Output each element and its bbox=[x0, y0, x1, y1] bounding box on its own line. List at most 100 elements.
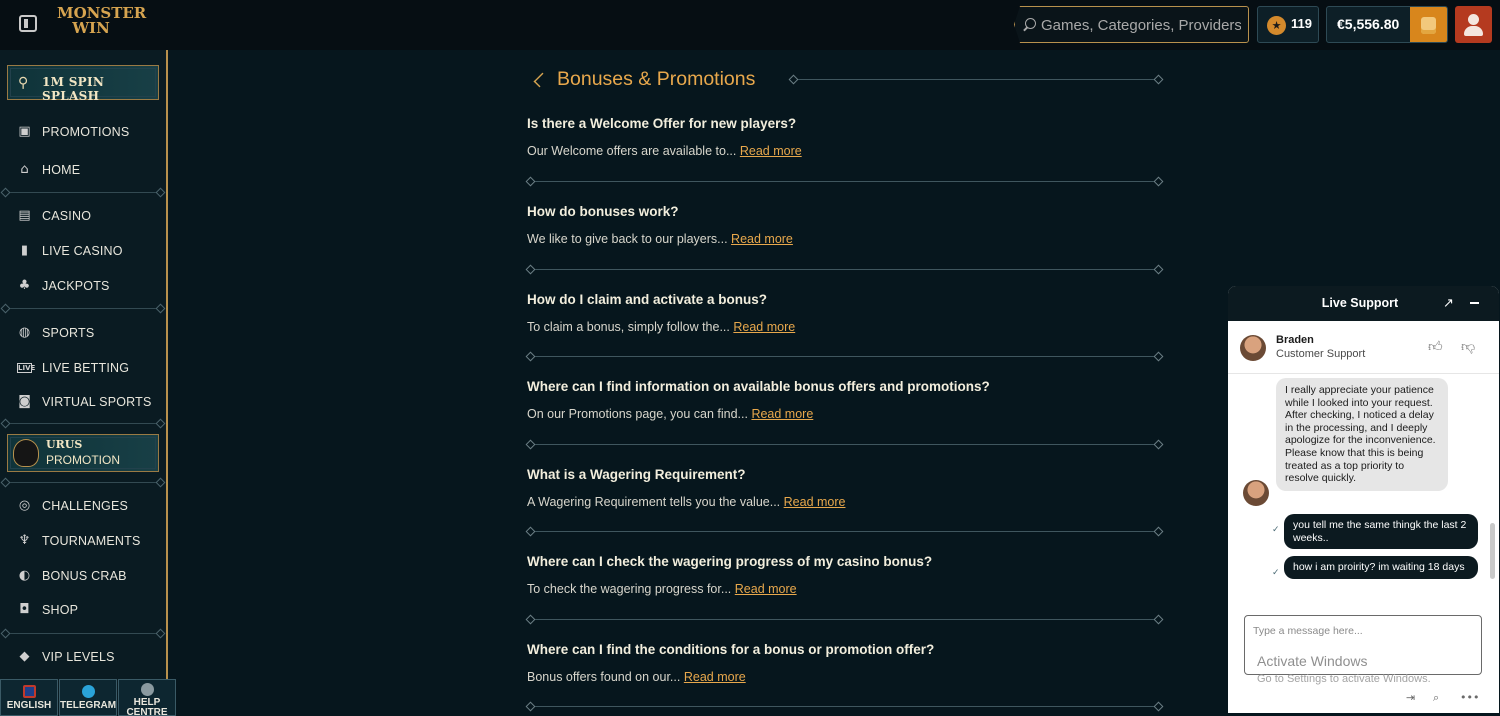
bag-icon: ◘ bbox=[19, 602, 30, 617]
live-icon: LIVE bbox=[17, 363, 36, 373]
chat-scrollbar[interactable] bbox=[1490, 523, 1495, 579]
sidebar-footer: ENGLISH TELEGRAM HELP CENTRE bbox=[0, 679, 176, 716]
trophy-icon: ♆ bbox=[18, 533, 31, 548]
divider bbox=[6, 423, 160, 424]
attach-icon[interactable]: ⌕ bbox=[1433, 691, 1439, 705]
agent-role: Customer Support bbox=[1276, 348, 1366, 360]
user-message: how i am proirity? im waiting 18 days bbox=[1284, 556, 1478, 579]
palm-icon: ⚲ bbox=[18, 75, 29, 91]
wallet-icon[interactable] bbox=[1410, 7, 1447, 42]
faq-answer-text: To claim a bonus, simply follow the... bbox=[527, 320, 730, 334]
faq-answer: On our Promotions page, you can find... … bbox=[527, 407, 1160, 421]
gift-icon: ▣ bbox=[18, 124, 31, 139]
read-more-link[interactable]: Read more bbox=[733, 320, 795, 334]
faq-question[interactable]: How do I claim and activate a bonus? bbox=[527, 292, 1160, 307]
faq-answer-text: Bonus offers found on our... bbox=[527, 670, 681, 684]
windows-watermark-title: Activate Windows bbox=[1257, 653, 1368, 669]
faq-question[interactable]: Where can I find information on availabl… bbox=[527, 379, 1160, 394]
faq-question[interactable]: Where can I check the wagering progress … bbox=[527, 554, 1160, 569]
faq-item: Where can I find information on availabl… bbox=[527, 379, 1160, 421]
banner-urus-subtitle: PROMOTION bbox=[46, 453, 120, 467]
search-input[interactable] bbox=[1041, 14, 1241, 36]
banner-spin-label: 1M SPIN SPLASH bbox=[42, 75, 105, 103]
flag-uk-icon bbox=[22, 685, 36, 698]
balance-value: €5,556.80 bbox=[1337, 16, 1400, 32]
sidebar-item-shop[interactable]: ◘ SHOP bbox=[0, 595, 166, 625]
logo[interactable]: MONSTER WIN bbox=[57, 6, 146, 44]
more-icon[interactable]: ••• bbox=[1460, 691, 1479, 704]
read-more-link[interactable]: Read more bbox=[740, 144, 802, 158]
points-badge[interactable]: ★ 119 bbox=[1257, 6, 1319, 43]
lamborghini-badge-icon bbox=[13, 439, 39, 467]
sidebar-item-label: PROMOTIONS bbox=[42, 125, 130, 139]
divider bbox=[531, 706, 1158, 707]
agent-name: Braden bbox=[1276, 334, 1314, 346]
faq-item: Where can I find the conditions for a bo… bbox=[527, 642, 1160, 684]
sidebar-toggle-icon[interactable] bbox=[19, 15, 37, 32]
thumb-up-icon[interactable]: 👍︎ bbox=[1428, 339, 1444, 355]
divider bbox=[531, 356, 1158, 357]
language-button[interactable]: ENGLISH bbox=[0, 679, 58, 716]
chat-message-input[interactable] bbox=[1253, 623, 1473, 639]
back-icon[interactable] bbox=[533, 72, 549, 88]
sidebar-item-promotions[interactable]: ▣ PROMOTIONS bbox=[0, 117, 166, 147]
send-icon[interactable]: ⇥ bbox=[1406, 691, 1415, 704]
telegram-button[interactable]: TELEGRAM bbox=[59, 679, 117, 716]
faq-answer-text: To check the wagering progress for... bbox=[527, 582, 732, 596]
faq-answer-text: Our Welcome offers are available to... bbox=[527, 144, 737, 158]
sidebar-item-live-casino[interactable]: ▮ LIVE CASINO bbox=[0, 236, 166, 266]
sidebar-item-live-betting[interactable]: LIVE LIVE BETTING bbox=[0, 353, 166, 383]
virtual-icon: ◙ bbox=[18, 394, 31, 409]
sidebar-item-label: LIVE BETTING bbox=[42, 361, 130, 375]
read-more-link[interactable]: Read more bbox=[684, 670, 746, 684]
faq-question[interactable]: Is there a Welcome Offer for new players… bbox=[527, 116, 1160, 131]
sidebar-item-virtual-sports[interactable]: ◙ VIRTUAL SPORTS bbox=[0, 387, 166, 417]
divider bbox=[531, 269, 1158, 270]
sidebar-item-tournaments[interactable]: ♆ TOURNAMENTS bbox=[0, 526, 166, 556]
language-label: ENGLISH bbox=[6, 700, 52, 711]
sidebar-item-casino[interactable]: ▤ CASINO bbox=[0, 201, 166, 231]
balance-display[interactable]: €5,556.80 bbox=[1326, 6, 1448, 43]
sidebar-item-label: HOME bbox=[42, 163, 81, 177]
faq-answer: Our Welcome offers are available to... R… bbox=[527, 144, 1160, 158]
ball-icon: ◍ bbox=[18, 325, 31, 340]
read-more-link[interactable]: Read more bbox=[735, 582, 797, 596]
read-more-link[interactable]: Read more bbox=[731, 232, 793, 246]
star-coin-icon: ★ bbox=[1267, 16, 1286, 35]
account-icon[interactable] bbox=[1455, 6, 1492, 43]
points-value: 119 bbox=[1291, 16, 1312, 31]
sidebar-item-label: CHALLENGES bbox=[42, 499, 129, 513]
help-centre-button[interactable]: HELP CENTRE bbox=[118, 679, 176, 716]
windows-watermark-subtitle: Go to Settings to activate Windows. bbox=[1257, 673, 1431, 685]
thumb-down-icon[interactable]: 👎︎ bbox=[1461, 339, 1477, 355]
banner-urus-promotion[interactable]: URUS PROMOTION bbox=[7, 434, 159, 472]
sidebar-item-bonus-crab[interactable]: ◐ BONUS CRAB bbox=[0, 561, 166, 591]
sidebar-item-label: SHOP bbox=[42, 603, 79, 617]
minimize-icon[interactable] bbox=[1470, 302, 1479, 304]
sidebar-item-challenges[interactable]: ◎ CHALLENGES bbox=[0, 491, 166, 521]
divider bbox=[6, 192, 160, 193]
divider bbox=[6, 633, 160, 634]
faq-question[interactable]: How do bonuses work? bbox=[527, 204, 1160, 219]
cards-icon: ▮ bbox=[20, 243, 29, 258]
help-centre-label: HELP CENTRE bbox=[126, 697, 168, 716]
chat-header: Live Support ↗ bbox=[1228, 286, 1499, 321]
user-message: you tell me the same thingk the last 2 w… bbox=[1284, 514, 1478, 549]
sidebar-item-label: BONUS CRAB bbox=[42, 569, 127, 583]
page-header: Bonuses & Promotions bbox=[527, 66, 1160, 94]
sidebar-item-home[interactable]: ⌂ HOME bbox=[0, 155, 166, 185]
sidebar-item-vip-levels[interactable]: ◆ VIP LEVELS bbox=[0, 642, 166, 672]
sidebar-item-jackpots[interactable]: ♣ JACKPOTS bbox=[0, 271, 166, 301]
read-more-link[interactable]: Read more bbox=[784, 495, 846, 509]
faq-question[interactable]: What is a Wagering Requirement? bbox=[527, 467, 1160, 482]
banner-spin-splash[interactable]: ⚲ 1M SPIN SPLASH bbox=[7, 65, 159, 103]
popout-icon[interactable]: ↗ bbox=[1443, 296, 1454, 311]
search-box[interactable] bbox=[1014, 6, 1249, 43]
read-more-link[interactable]: Read more bbox=[751, 407, 813, 421]
sidebar-item-sports[interactable]: ◍ SPORTS bbox=[0, 318, 166, 348]
crab-icon: ◐ bbox=[18, 568, 31, 583]
faq-question[interactable]: Where can I find the conditions for a bo… bbox=[527, 642, 1160, 657]
agent-message: I really appreciate your patience while … bbox=[1276, 378, 1448, 491]
faq-item: Is there a Welcome Offer for new players… bbox=[527, 116, 1160, 158]
check-icon: ✓ bbox=[1272, 568, 1280, 578]
